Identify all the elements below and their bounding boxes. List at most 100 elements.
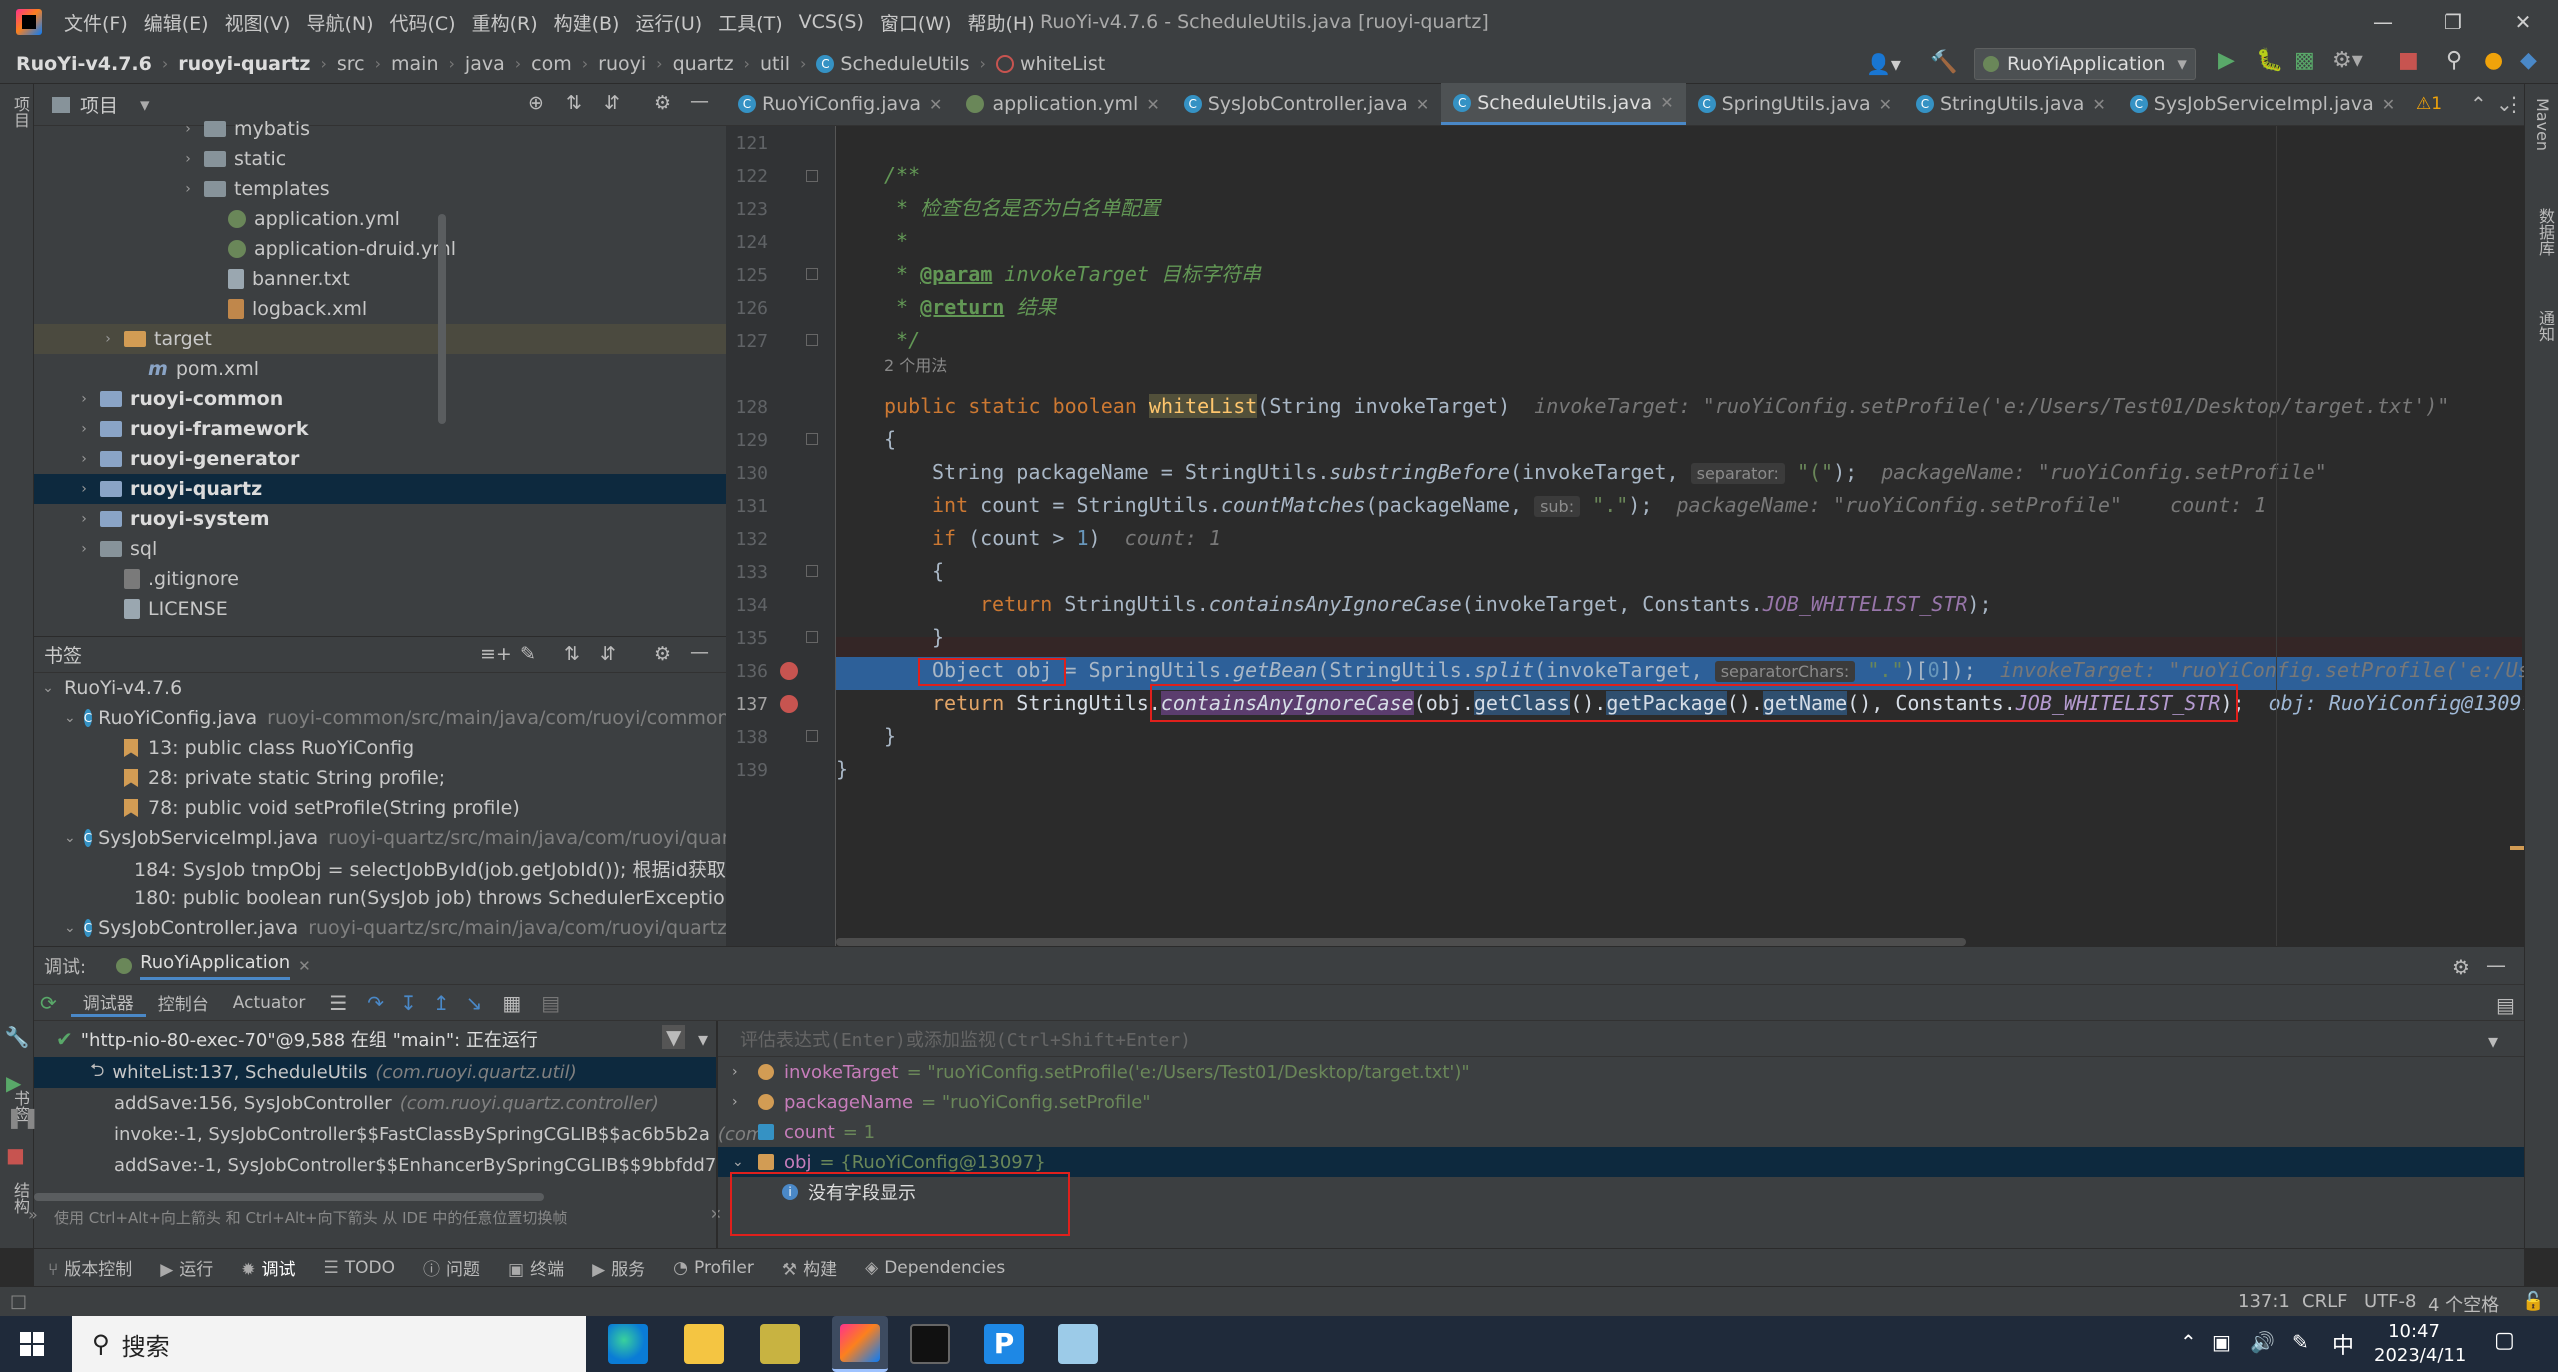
project-tool-button[interactable]: 项目 [8, 96, 32, 128]
chevron-right-icon[interactable]: › [100, 331, 116, 347]
editor-tab[interactable]: C SysJobController.java ✕ [1172, 83, 1441, 125]
close-tab-icon[interactable]: ✕ [929, 95, 942, 114]
fold-icon[interactable] [806, 268, 818, 280]
frames-scrollbar[interactable] [34, 1193, 544, 1201]
wrench-icon[interactable]: 🔧 [0, 1025, 34, 1055]
windows-start-icon[interactable] [20, 1332, 44, 1356]
gear-icon[interactable]: ⚙ [654, 92, 671, 114]
debug-session-tab[interactable]: RuoYiApplication [140, 952, 291, 980]
stack-frame[interactable]: addSave:156, SysJobController (com.ruoyi.… [34, 1088, 716, 1119]
maximize-button[interactable]: ❐ [2418, 0, 2488, 44]
actuator-tab[interactable]: Actuator [221, 993, 318, 1013]
breadcrumb-item[interactable]: com [531, 53, 572, 75]
breadcrumb-item[interactable]: util [760, 53, 790, 75]
fold-icon[interactable] [806, 565, 818, 577]
usages-hint[interactable]: 2 个用法 [884, 354, 947, 378]
editor-gutter[interactable]: 121 122 123 124 125 126 127 128 129 130 131 132 133 1… [726, 126, 836, 946]
chevron-down-icon[interactable]: ⌄ [40, 680, 56, 696]
menu-item[interactable]: 工具(T) [710, 9, 790, 36]
fold-icon[interactable] [806, 631, 818, 643]
run-to-cursor-icon[interactable]: ↘ [466, 991, 483, 1015]
file-explorer-icon[interactable] [684, 1324, 724, 1364]
network-icon[interactable]: ▣ [2212, 1330, 2231, 1354]
file-encoding[interactable]: UTF-8 [2364, 1291, 2416, 1312]
gear-icon[interactable]: ⚙ [654, 643, 671, 665]
menu-item[interactable]: 帮助(H) [960, 9, 1043, 36]
more-tabs-icon[interactable]: ⋮ [2504, 92, 2524, 116]
debug-icon[interactable]: 🐛 [2256, 50, 2283, 72]
tool-window-button[interactable]: ◔ Profiler [673, 1258, 754, 1278]
edit-icon[interactable]: ✎ [520, 643, 536, 665]
stop-icon[interactable]: ■ [2398, 50, 2419, 72]
tree-item[interactable]: › target [34, 324, 726, 354]
profile-icon[interactable]: ⚙▾ [2332, 50, 2363, 72]
fold-icon[interactable] [806, 433, 818, 445]
editor-tab[interactable]: C ScheduleUtils.java ✕ [1441, 83, 1686, 125]
breadcrumb-item[interactable]: whiteList [1020, 53, 1105, 75]
menu-item[interactable]: 文件(F) [56, 9, 136, 36]
editor-tab[interactable]: C StringUtils.java ✕ [1904, 83, 2118, 125]
run-icon[interactable]: ▶ [2218, 50, 2235, 72]
resume-icon[interactable]: ▶ [6, 1071, 21, 1095]
chevron-right-icon[interactable]: › [732, 1064, 758, 1080]
menu-item[interactable]: 代码(C) [381, 9, 463, 36]
stack-frame[interactable]: invoke:-1, SysJobController$$FastClassBy… [34, 1119, 769, 1150]
indent-setting[interactable]: 4 个空格 [2428, 1291, 2499, 1317]
previous-highlight-icon[interactable]: ⌃ [2470, 92, 2487, 116]
tree-item[interactable]: application.yml [34, 204, 726, 234]
tree-item[interactable]: application-druid.yml [34, 234, 726, 264]
tray-expand-icon[interactable]: ⌃ [2180, 1330, 2197, 1354]
clock[interactable]: 10:47 2023/4/11 [2374, 1320, 2466, 1368]
fold-icon[interactable] [806, 334, 818, 346]
menu-item[interactable]: VCS(S) [791, 11, 872, 33]
tree-item[interactable]: .gitignore [34, 564, 726, 594]
bookmark-file[interactable]: ⌄ C RuoYiConfig.java ruoyi-common/src/main/… [34, 703, 726, 733]
close-tab-icon[interactable]: ✕ [1146, 95, 1159, 114]
locate-icon[interactable]: ⊕ [528, 92, 544, 114]
intellij-taskbar-item[interactable] [832, 1316, 888, 1372]
expand-all-icon[interactable]: ⇅ [566, 92, 582, 114]
bookmark-item[interactable]: 28: private static String profile; [34, 763, 726, 793]
filter-icon[interactable]: ▼ [662, 1025, 686, 1049]
tool-window-button[interactable]: ◈ Dependencies [865, 1258, 1005, 1278]
breadcrumb-item[interactable]: main [391, 53, 438, 75]
run-config-selector[interactable]: RuoYiApplication ▾ [1974, 48, 2196, 80]
stack-frame[interactable]: addSave:-1, SysJobController$$EnhancerBy… [34, 1150, 764, 1181]
close-tab-icon[interactable]: ✕ [2092, 95, 2105, 114]
fold-icon[interactable] [806, 730, 818, 742]
edge-icon[interactable] [608, 1324, 648, 1364]
chevron-right-icon[interactable]: › [76, 541, 92, 557]
chevron-right-icon[interactable]: › [76, 421, 92, 437]
chevron-right-icon[interactable]: › [732, 1094, 758, 1110]
tree-item[interactable]: › mybatis [34, 114, 726, 144]
tool-window-button[interactable]: ☰ TODO [324, 1258, 396, 1278]
user-icon[interactable]: 👤▾ [1866, 52, 1901, 76]
bookmark-item[interactable]: 13: public class RuoYiConfig [34, 733, 726, 763]
tree-item[interactable]: › ruoyi-generator [34, 444, 726, 474]
notification-center-icon[interactable]: ▢ [2494, 1328, 2515, 1353]
close-session-icon[interactable]: ✕ [298, 957, 311, 975]
editor-tab[interactable]: C RuoYiConfig.java ✕ [726, 83, 954, 125]
breadcrumb-item[interactable]: ruoyi-quartz [178, 53, 310, 75]
menu-item[interactable]: 运行(U) [627, 9, 710, 36]
gear-icon[interactable]: ⚙ [2452, 955, 2470, 979]
tree-item[interactable]: › ruoyi-quartz [34, 474, 726, 504]
lock-icon[interactable]: 🔓 [2522, 1291, 2544, 1312]
tree-item[interactable]: › ruoyi-framework [34, 414, 726, 444]
chevron-right-icon[interactable]: › [76, 511, 92, 527]
caret-position[interactable]: 137:1 [2238, 1291, 2290, 1312]
minimize-button[interactable]: — [2348, 0, 2418, 44]
chevron-down-icon[interactable]: ▾ [140, 94, 150, 116]
tree-item[interactable]: › sql [34, 534, 726, 564]
editor-tab[interactable]: C SpringUtils.java ✕ [1686, 83, 1904, 125]
warnings-indicator[interactable]: ⚠1 [2416, 94, 2442, 114]
close-tab-icon[interactable]: ✕ [1416, 95, 1429, 114]
chevron-right-icon[interactable]: › [76, 391, 92, 407]
pen-icon[interactable]: ✎ [2292, 1330, 2309, 1354]
close-window-button[interactable]: ✕ [2488, 0, 2558, 44]
hide-panel-icon[interactable]: — [690, 90, 709, 112]
database-tool-button[interactable]: 数据库 [2533, 208, 2557, 256]
expand-all-icon[interactable]: ⇅ [564, 643, 580, 665]
breadcrumb-item[interactable]: RuoYi-v4.7.6 [16, 53, 152, 75]
bookmark-file[interactable]: ⌄ C SysJobServiceImpl.java ruoyi-quartz/src… [34, 823, 726, 853]
